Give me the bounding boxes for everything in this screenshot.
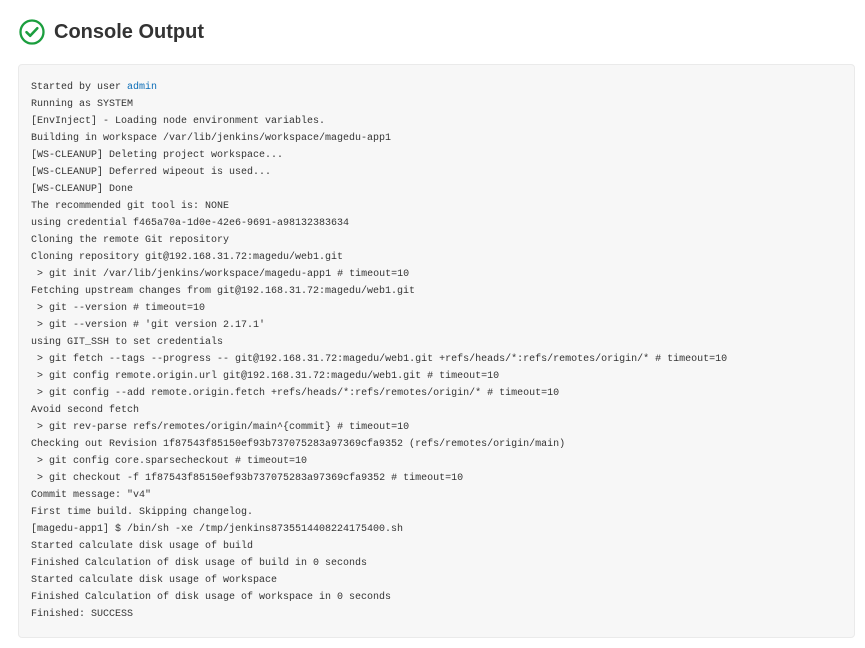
- page-title: Console Output: [54, 21, 204, 44]
- user-link[interactable]: admin: [127, 82, 157, 93]
- console-lines: Running as SYSTEM [EnvInject] - Loading …: [31, 99, 727, 620]
- success-icon: [18, 18, 46, 46]
- console-output: Started by user admin Running as SYSTEM …: [18, 64, 855, 638]
- header: Console Output: [18, 18, 855, 46]
- started-by-prefix: Started by user: [31, 82, 127, 93]
